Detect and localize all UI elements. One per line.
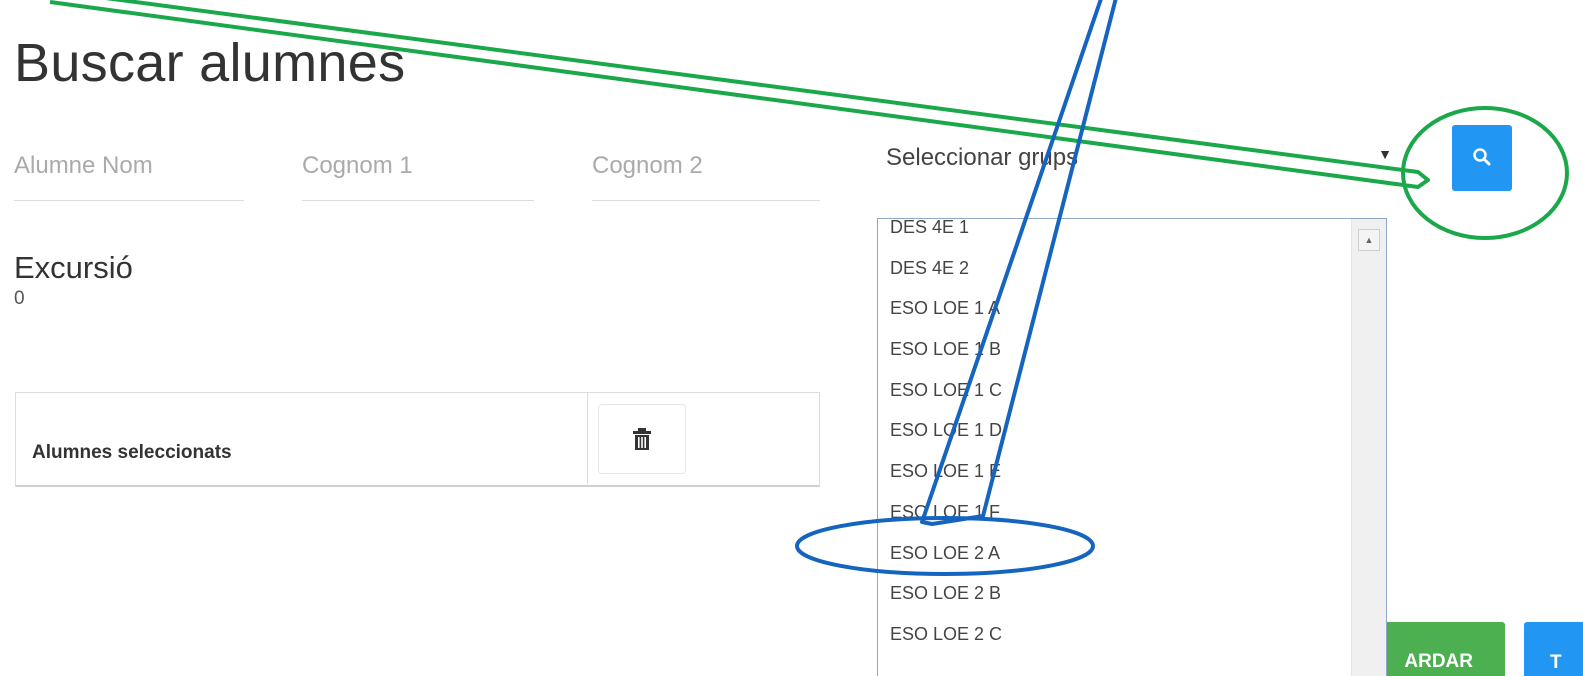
- list-item[interactable]: DES 4E 2: [878, 248, 1352, 289]
- name-input[interactable]: [14, 140, 244, 201]
- selected-students-table: Alumnes seleccionats: [15, 392, 820, 487]
- trash-icon: [632, 427, 652, 454]
- list-item[interactable]: ESO LOE 1 B: [878, 329, 1352, 370]
- list-item[interactable]: ESO LOE 1 E: [878, 451, 1352, 492]
- list-item[interactable]: ESO LOE 1 D: [878, 410, 1352, 451]
- selected-students-label: Alumnes seleccionats: [32, 442, 232, 463]
- search-button[interactable]: [1452, 125, 1512, 191]
- list-item[interactable]: ESO LOE 1 C: [878, 370, 1352, 411]
- arrow-up-icon: ▲: [1364, 234, 1374, 245]
- search-icon: [1472, 147, 1492, 170]
- list-item[interactable]: ESO LOE 1 A: [878, 288, 1352, 329]
- groups-select-value: Seleccionar grups: [886, 144, 1079, 171]
- list-item[interactable]: ESO LOE 2 A: [878, 533, 1352, 574]
- list-item[interactable]: ESO LOE 2 B: [878, 573, 1352, 614]
- page-title: Buscar alumnes: [14, 33, 406, 93]
- table-divider: [587, 393, 588, 486]
- secondary-action-button[interactable]: T: [1524, 622, 1583, 676]
- list-item[interactable]: ESO LOE 1 F: [878, 492, 1352, 533]
- surname1-input[interactable]: [302, 140, 534, 201]
- chevron-down-icon: ▼: [1378, 146, 1392, 162]
- groups-options: DES 4E 1 DES 4E 2 ESO LOE 1 A ESO LOE 1 …: [878, 219, 1352, 655]
- delete-selected-button[interactable]: [598, 404, 686, 474]
- excursion-label: Excursió: [14, 250, 133, 285]
- list-item[interactable]: ESO LOE 2 C: [878, 614, 1352, 655]
- scroll-up-button[interactable]: ▲: [1358, 229, 1380, 251]
- surname2-input[interactable]: [592, 140, 820, 201]
- groups-select[interactable]: Seleccionar grups ▼: [884, 140, 1398, 192]
- dropdown-scrollbar[interactable]: ▲: [1351, 219, 1386, 676]
- excursion-count: 0: [14, 288, 25, 309]
- page: Buscar alumnes Seleccionar grups ▼ Excur…: [0, 0, 1583, 676]
- groups-dropdown-list[interactable]: DES 4E 1 DES 4E 2 ESO LOE 1 A ESO LOE 1 …: [877, 218, 1387, 676]
- list-item[interactable]: DES 4E 1: [878, 219, 1352, 248]
